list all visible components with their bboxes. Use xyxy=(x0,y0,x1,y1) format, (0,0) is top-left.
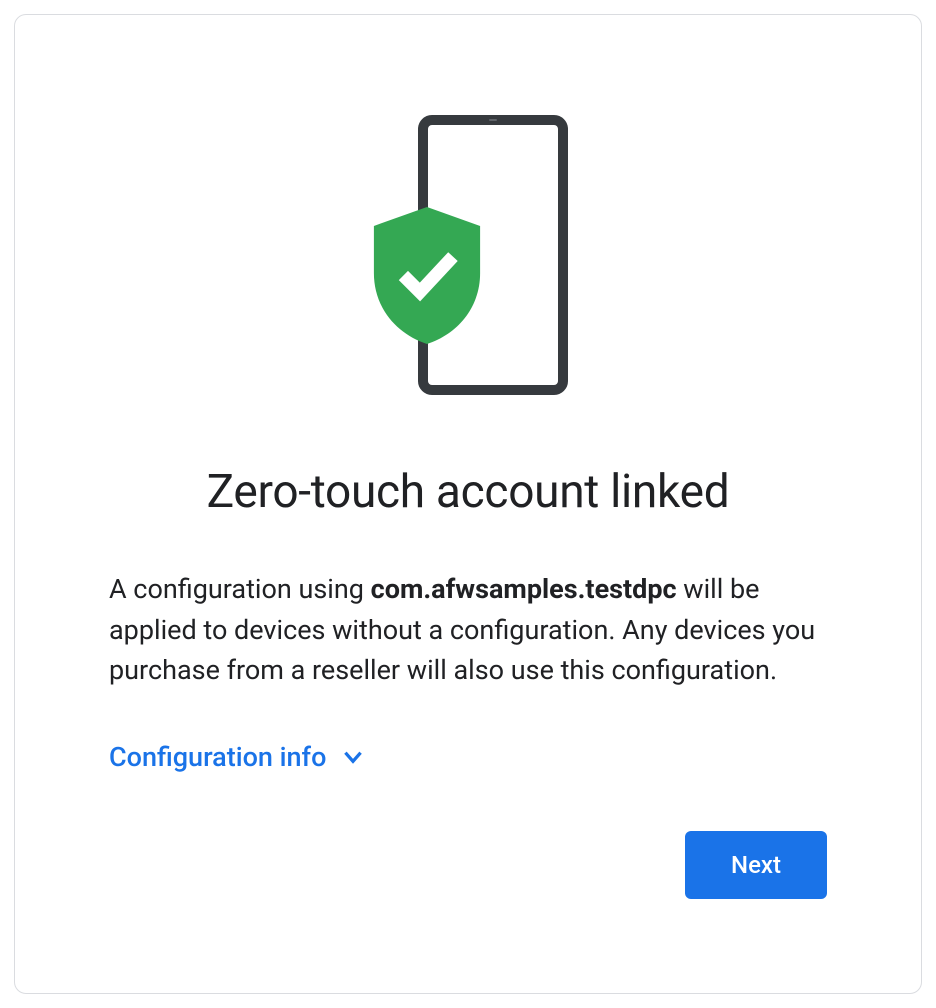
hero-illustration xyxy=(368,115,568,405)
dialog-title: Zero-touch account linked xyxy=(55,465,881,519)
dialog-card: Zero-touch account linked A configuratio… xyxy=(14,14,922,994)
dialog-description: A configuration using com.afwsamples.tes… xyxy=(109,569,827,691)
desc-package: com.afwsamples.testdpc xyxy=(371,573,677,605)
next-button[interactable]: Next xyxy=(685,831,827,899)
chevron-down-icon xyxy=(340,744,366,770)
expander-label: Configuration info xyxy=(109,741,326,773)
button-row: Next xyxy=(685,831,827,899)
desc-prefix: A configuration using xyxy=(109,573,371,605)
shield-check-icon xyxy=(368,203,486,348)
configuration-info-expander[interactable]: Configuration info xyxy=(109,741,366,773)
